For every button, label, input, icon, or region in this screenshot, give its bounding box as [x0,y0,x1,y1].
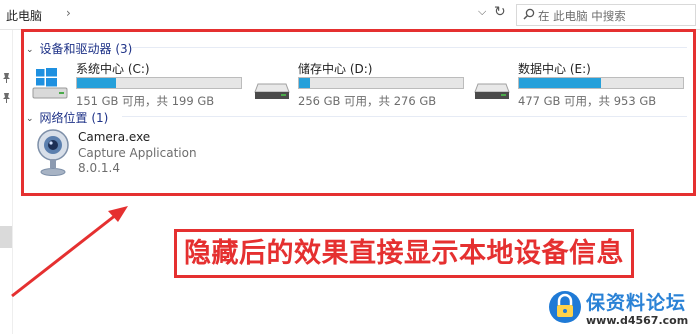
lock-shield-icon [549,291,581,323]
watermark-title: 保资料论坛 [586,292,687,314]
annotation-callout: 隐藏后的效果直接显示本地设备信息 [174,229,634,278]
watermark-url: www.d4567.com [586,314,689,327]
annotation-callout-text: 隐藏后的效果直接显示本地设备信息 [184,238,624,269]
address-dropdown-icon[interactable]: ⌵ [478,5,486,19]
address-bar: 此电脑 › ⌵ ↻ 在 此电脑 中搜索 [0,0,700,30]
refresh-icon[interactable]: ↻ [494,4,506,20]
watermark: 保资料论坛 www.d4567.com [548,288,696,332]
breadcrumb-this-pc[interactable]: 此电脑 [6,7,42,24]
pin-icon[interactable] [1,92,12,103]
nav-selected-item[interactable] [0,226,12,248]
search-icon [523,8,535,20]
breadcrumb-chevron-icon[interactable]: › [66,6,71,20]
pin-icon[interactable] [1,72,12,83]
navigation-pane [0,30,13,334]
search-input[interactable]: 在 此电脑 中搜索 [516,4,696,26]
search-placeholder: 在 此电脑 中搜索 [538,9,626,23]
highlight-frame [21,29,696,196]
